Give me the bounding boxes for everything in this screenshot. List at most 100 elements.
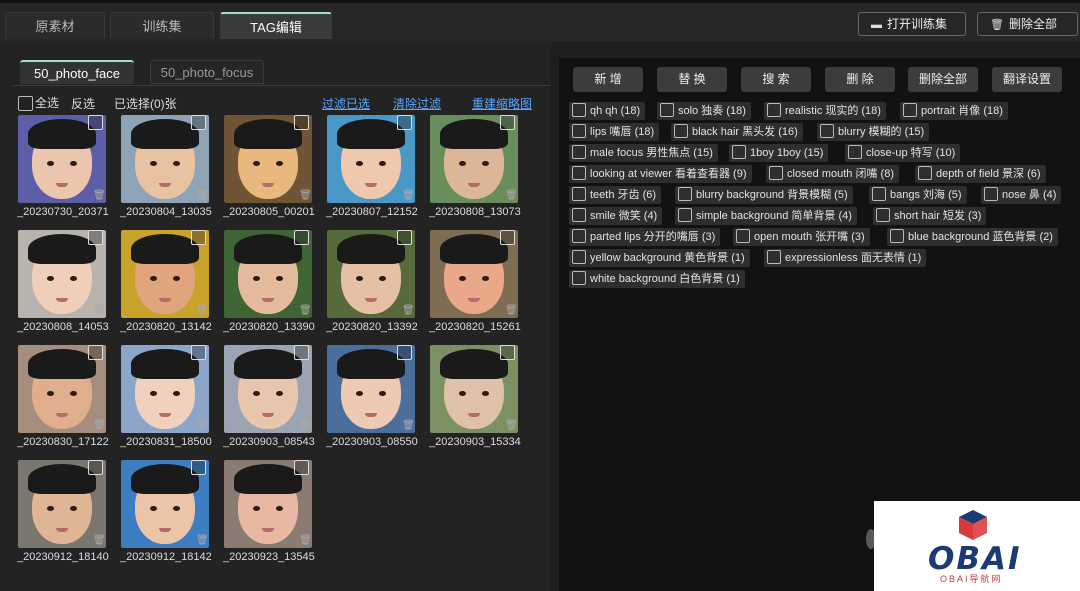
tag-checkbox[interactable] (769, 166, 783, 180)
tag-item[interactable]: closed mouth 闭嘴 (8) (766, 165, 899, 183)
search-button[interactable]: 搜 索 (741, 67, 811, 92)
thumbnail-checkbox[interactable] (397, 115, 412, 130)
tag-item[interactable]: blurry background 背景模糊 (5) (675, 186, 853, 204)
tag-item[interactable]: black hair 黑头发 (16) (671, 123, 803, 141)
tag-checkbox[interactable] (572, 166, 586, 180)
add-button[interactable]: 新 增 (573, 67, 643, 92)
translate-settings-button[interactable]: 翻译设置 (992, 67, 1062, 92)
subtab-50-photo-face[interactable]: 50_photo_face (20, 60, 134, 84)
tag-item[interactable]: blue background 蓝色背景 (2) (887, 228, 1058, 246)
tag-item[interactable]: realistic 现实的 (18) (764, 102, 886, 120)
tag-item[interactable]: simple background 简单背景 (4) (675, 207, 857, 225)
tag-item[interactable]: qh qh (18) (569, 102, 646, 120)
tag-checkbox[interactable] (767, 250, 781, 264)
tag-item[interactable]: parted lips 分开的嘴唇 (3) (569, 228, 721, 246)
thumbnail-checkbox[interactable] (397, 230, 412, 245)
tag-item[interactable]: bangs 刘海 (5) (869, 186, 967, 204)
delete-image-icon[interactable]: 🗑 (196, 420, 209, 431)
open-training-set-button[interactable]: ▬ 打开训练集 (858, 12, 966, 36)
tab-tag-edit[interactable]: TAG编辑 (220, 12, 332, 39)
delete-image-icon[interactable]: 🗑 (196, 190, 209, 201)
tag-item[interactable]: open mouth 张开嘴 (3) (733, 228, 870, 246)
tag-checkbox[interactable] (872, 187, 886, 201)
thumbnail-checkbox[interactable] (294, 230, 309, 245)
tag-checkbox[interactable] (848, 145, 862, 159)
tag-checkbox[interactable] (572, 229, 586, 243)
rebuild-thumbnails-link[interactable]: 重建缩略图 (472, 95, 532, 112)
tag-checkbox[interactable] (820, 124, 834, 138)
thumbnail-checkbox[interactable] (191, 345, 206, 360)
tag-checkbox[interactable] (876, 208, 890, 222)
tag-checkbox[interactable] (918, 166, 932, 180)
replace-button[interactable]: 替 换 (657, 67, 727, 92)
thumbnail-checkbox[interactable] (397, 345, 412, 360)
thumbnail-checkbox[interactable] (191, 460, 206, 475)
delete-image-icon[interactable]: 🗑 (299, 420, 312, 431)
tag-item[interactable]: 1boy 1boy (15) (729, 144, 829, 162)
delete-image-icon[interactable]: 🗑 (93, 535, 106, 546)
thumbnail-checkbox[interactable] (88, 230, 103, 245)
tag-checkbox[interactable] (890, 229, 904, 243)
tag-checkbox[interactable] (984, 187, 998, 201)
delete-image-icon[interactable]: 🗑 (299, 305, 312, 316)
delete-image-icon[interactable]: 🗑 (505, 305, 518, 316)
tag-item[interactable]: teeth 牙齿 (6) (569, 186, 662, 204)
thumbnail-checkbox[interactable] (500, 115, 515, 130)
tag-checkbox[interactable] (660, 103, 674, 117)
thumbnail-checkbox[interactable] (294, 345, 309, 360)
delete-all-button[interactable]: 删除全部 (908, 67, 978, 92)
tag-checkbox[interactable] (678, 208, 692, 222)
tag-item[interactable]: smile 微笑 (4) (569, 207, 663, 225)
tag-checkbox[interactable] (572, 208, 586, 222)
thumbnail-checkbox[interactable] (88, 115, 103, 130)
tag-checkbox[interactable] (736, 229, 750, 243)
delete-button[interactable]: 删 除 (825, 67, 895, 92)
delete-image-icon[interactable]: 🗑 (299, 190, 312, 201)
delete-image-icon[interactable]: 🗑 (505, 190, 518, 201)
tag-item[interactable]: nose 鼻 (4) (981, 186, 1062, 204)
tag-checkbox[interactable] (678, 187, 692, 201)
tag-item[interactable]: white background 白色背景 (1) (569, 270, 745, 288)
delete-image-icon[interactable]: 🗑 (402, 305, 415, 316)
thumbnail-checkbox[interactable] (191, 230, 206, 245)
thumbnail-checkbox[interactable] (88, 460, 103, 475)
tag-checkbox[interactable] (903, 103, 917, 117)
tag-item[interactable]: expressionless 面无表情 (1) (764, 249, 927, 267)
delete-image-icon[interactable]: 🗑 (196, 305, 209, 316)
delete-image-icon[interactable]: 🗑 (93, 420, 106, 431)
tag-item[interactable]: solo 独奏 (18) (657, 102, 751, 120)
tag-item[interactable]: short hair 短发 (3) (873, 207, 987, 225)
thumbnail-checkbox[interactable] (500, 345, 515, 360)
thumbnail-checkbox[interactable] (294, 115, 309, 130)
delete-image-icon[interactable]: 🗑 (402, 190, 415, 201)
tag-checkbox[interactable] (572, 187, 586, 201)
tag-checkbox[interactable] (732, 145, 746, 159)
tag-item[interactable]: looking at viewer 看着查看器 (9) (569, 165, 752, 183)
tag-checkbox[interactable] (572, 271, 586, 285)
delete-image-icon[interactable]: 🗑 (402, 420, 415, 431)
tag-item[interactable]: lips 嘴唇 (18) (569, 123, 660, 141)
delete-image-icon[interactable]: 🗑 (299, 535, 312, 546)
select-all-control[interactable]: 全选 (18, 94, 59, 112)
delete-all-top-button[interactable]: 🗑 删除全部 (977, 12, 1078, 36)
tag-checkbox[interactable] (572, 103, 586, 117)
tag-item[interactable]: yellow background 黄色背景 (1) (569, 249, 750, 267)
thumbnail-checkbox[interactable] (500, 230, 515, 245)
tag-checkbox[interactable] (572, 250, 586, 264)
delete-image-icon[interactable]: 🗑 (93, 305, 106, 316)
tag-item[interactable]: male focus 男性焦点 (15) (569, 144, 718, 162)
filter-selected-link[interactable]: 过滤已选 (322, 95, 370, 112)
delete-image-icon[interactable]: 🗑 (196, 535, 209, 546)
subtab-50-photo-focus[interactable]: 50_photo_focus (150, 60, 264, 84)
thumbnail-checkbox[interactable] (191, 115, 206, 130)
thumbnail-checkbox[interactable] (294, 460, 309, 475)
tag-item[interactable]: portrait 肖像 (18) (900, 102, 1008, 120)
tag-item[interactable]: close-up 特写 (10) (845, 144, 961, 162)
delete-image-icon[interactable]: 🗑 (505, 420, 518, 431)
tag-checkbox[interactable] (572, 124, 586, 138)
tag-checkbox[interactable] (674, 124, 688, 138)
tab-raw-material[interactable]: 原素材 (5, 12, 105, 39)
clear-filter-link[interactable]: 清除过滤 (393, 95, 441, 112)
select-all-checkbox[interactable] (18, 96, 33, 112)
invert-selection-button[interactable]: 反选 (71, 95, 95, 112)
